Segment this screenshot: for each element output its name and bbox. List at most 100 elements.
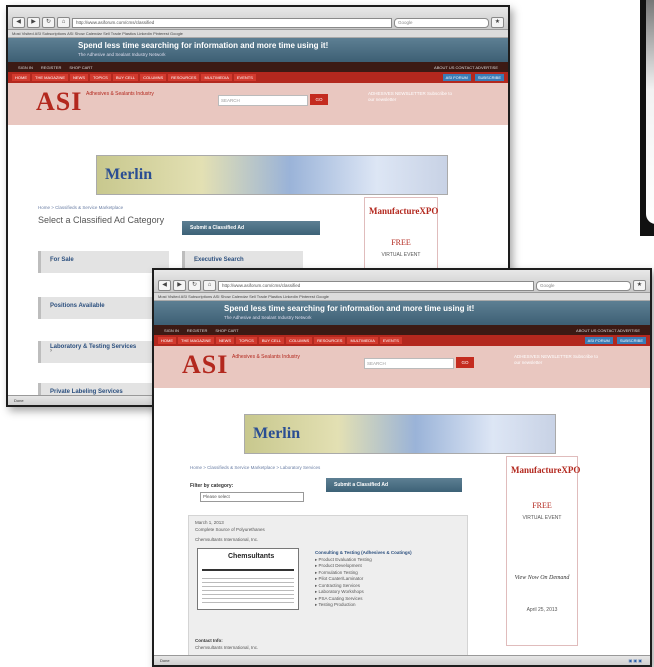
newsletter-promo[interactable]: ADHESIVES NEWSLETTER Subscribe to our ne…: [368, 91, 458, 103]
nav-topics[interactable]: TOPICS: [236, 337, 257, 344]
url-bar[interactable]: http://www.asiforum.com/cms/classified: [218, 280, 534, 291]
subscribe-button[interactable]: SUBSCRIBE: [474, 74, 504, 81]
forum-button[interactable]: ASI FORUM: [442, 74, 471, 81]
listing-title[interactable]: Complete Source of Polyurethanes: [195, 527, 265, 533]
forum-button[interactable]: ASI FORUM: [584, 337, 613, 344]
url-bar[interactable]: http://www.asiforum.com/cms/classified: [72, 17, 392, 28]
contact-label: Contact Info:: [195, 638, 223, 643]
site-header: ASI Adhesives & Sealants Industry SEARCH…: [154, 346, 650, 388]
category-laboratory-testing[interactable]: Laboratory & Testing Services ›: [38, 341, 169, 363]
nav-magazine[interactable]: THE MAGAZINE: [32, 74, 69, 81]
nav-magazine[interactable]: THE MAGAZINE: [178, 337, 215, 344]
window-title: [8, 7, 508, 16]
background-window-screen: [646, 0, 654, 224]
browser-toolbar: ◀ ▶ ↻ ⌂ http://www.asiforum.com/cms/clas…: [154, 270, 650, 293]
category-positions-available[interactable]: Positions Available ›: [38, 297, 169, 319]
forward-button[interactable]: ▶: [173, 280, 186, 291]
util-link-signin[interactable]: SIGN IN: [18, 65, 33, 70]
util-links-right[interactable]: ABOUT US CONTACT ADVERTISE: [576, 328, 640, 333]
home-icon[interactable]: ⌂: [57, 17, 70, 28]
ad-free: FREE: [391, 238, 411, 247]
nav-topics[interactable]: TOPICS: [90, 74, 111, 81]
settings-icon[interactable]: ★: [633, 280, 646, 291]
contact-company: Chemsultants International, Inc.: [195, 645, 259, 650]
category-for-sale[interactable]: For Sale ›: [38, 251, 169, 273]
capability-item: Contracting Services: [318, 582, 361, 588]
nav-buycell[interactable]: BUY CELL: [112, 74, 139, 81]
nav-events[interactable]: EVENTS: [233, 74, 256, 81]
nav-news[interactable]: NEWS: [70, 74, 89, 81]
ad-on-demand: View Now On Demand: [514, 575, 570, 581]
forward-button[interactable]: ▶: [27, 17, 40, 28]
manufacturexpo-side-ad[interactable]: ManufactureXPO FREE VIRTUAL EVENT View N…: [506, 456, 580, 646]
nav-buycell[interactable]: BUY CELL: [258, 337, 285, 344]
nav-events[interactable]: EVENTS: [379, 337, 402, 344]
listing-company: Chemsultants International, Inc.: [195, 537, 259, 542]
status-text: Done: [160, 658, 170, 663]
merlin-ad-banner[interactable]: Merlin: [244, 414, 556, 454]
util-link-signin[interactable]: SIGN IN: [164, 328, 179, 333]
capability-item: Product Evaluation Testing: [318, 556, 372, 562]
capability-item: Formulation Testing: [318, 569, 358, 575]
capability-item: Laboratory Workshops: [318, 589, 364, 594]
capability-item: Product Development: [318, 563, 362, 568]
nav-columns[interactable]: COLUMNS: [286, 337, 313, 344]
capability-item: PSA Coating Services: [318, 595, 363, 601]
newsletter-promo[interactable]: ADHESIVES NEWSLETTER Subscribe to our ne…: [514, 354, 604, 366]
status-icons[interactable]: ▣ ▣ ▣: [628, 656, 642, 665]
site-logo[interactable]: ASI: [182, 350, 228, 380]
window-title: [154, 270, 650, 279]
back-button[interactable]: ◀: [158, 280, 171, 291]
util-link-register[interactable]: REGISTER: [41, 65, 61, 70]
submit-classified-button[interactable]: Submit a Classified Ad: [182, 221, 320, 235]
site-search-input[interactable]: SEARCH: [364, 358, 454, 369]
site-banner[interactable]: Spend less time searching for informatio…: [154, 301, 650, 325]
merlin-ad-banner[interactable]: Merlin: [96, 155, 448, 195]
capabilities-title: Consulting & Testing (Adhesives & Coatin…: [315, 550, 412, 555]
ad-virtual: VIRTUAL EVENT: [381, 252, 421, 258]
util-link-cart[interactable]: SHOP CART: [215, 328, 238, 333]
ad-brand: Merlin: [253, 425, 301, 442]
reload-icon[interactable]: ↻: [188, 280, 201, 291]
card-divider: [202, 569, 294, 571]
ad-virtual: VIRTUAL EVENT: [522, 515, 562, 521]
util-link-cart[interactable]: SHOP CART: [69, 65, 92, 70]
nav-home[interactable]: HOME: [12, 74, 30, 81]
home-icon[interactable]: ⌂: [203, 280, 216, 291]
subscribe-button[interactable]: SUBSCRIBE: [616, 337, 646, 344]
nav-columns[interactable]: COLUMNS: [140, 74, 167, 81]
chevron-right-icon: ›: [50, 304, 52, 310]
page-title: Select a Classified Ad Category: [38, 215, 165, 225]
status-bar: Done ▣ ▣ ▣: [154, 655, 650, 665]
reload-icon[interactable]: ↻: [42, 17, 55, 28]
category-filter-select[interactable]: Please select: [200, 492, 304, 502]
browser-toolbar: ◀ ▶ ↻ ⌂ http://www.asiforum.com/cms/clas…: [8, 7, 508, 30]
nav-multimedia[interactable]: MULTIMEDIA: [201, 74, 232, 81]
bookmarks-bar[interactable]: Most Visited ASI Subscriptions ASI Show …: [154, 293, 650, 301]
ad-date: April 25, 2013: [526, 607, 558, 613]
nav-multimedia[interactable]: MULTIMEDIA: [347, 337, 378, 344]
nav-resources[interactable]: RESOURCES: [168, 74, 200, 81]
browser-search-input[interactable]: Google: [394, 17, 489, 28]
breadcrumb[interactable]: Home > Classifieds & Service Marketplace…: [190, 465, 320, 470]
site-search-button[interactable]: GO: [456, 357, 474, 368]
ad-title: ManufactureXPO: [369, 206, 439, 216]
util-link-register[interactable]: REGISTER: [187, 328, 207, 333]
back-button[interactable]: ◀: [12, 17, 25, 28]
site-search-button[interactable]: GO: [310, 94, 328, 105]
nav-news[interactable]: NEWS: [216, 337, 235, 344]
site-search-input[interactable]: SEARCH: [218, 95, 308, 106]
submit-classified-button[interactable]: Submit a Classified Ad: [326, 478, 462, 492]
nav-resources[interactable]: RESOURCES: [314, 337, 346, 344]
site-banner[interactable]: Spend less time searching for informatio…: [8, 38, 508, 62]
breadcrumb[interactable]: Home > Classifieds & Service Marketplace: [38, 205, 123, 210]
company-business-card[interactable]: Chemsultants: [197, 548, 299, 610]
bookmarks-bar[interactable]: Most Visited ASI Subscriptions ASI Show …: [8, 30, 508, 38]
browser-search-input[interactable]: Google: [536, 280, 631, 291]
site-logo[interactable]: ASI: [36, 87, 82, 117]
util-links-right[interactable]: ABOUT US CONTACT ADVERTISE: [434, 65, 498, 70]
settings-icon[interactable]: ★: [491, 17, 504, 28]
nav-home[interactable]: HOME: [158, 337, 176, 344]
banner-subtitle: The Adhesive and Sealant Industry Networ…: [78, 52, 166, 57]
capability-item: Pilot Coater/Laminator: [318, 576, 364, 581]
